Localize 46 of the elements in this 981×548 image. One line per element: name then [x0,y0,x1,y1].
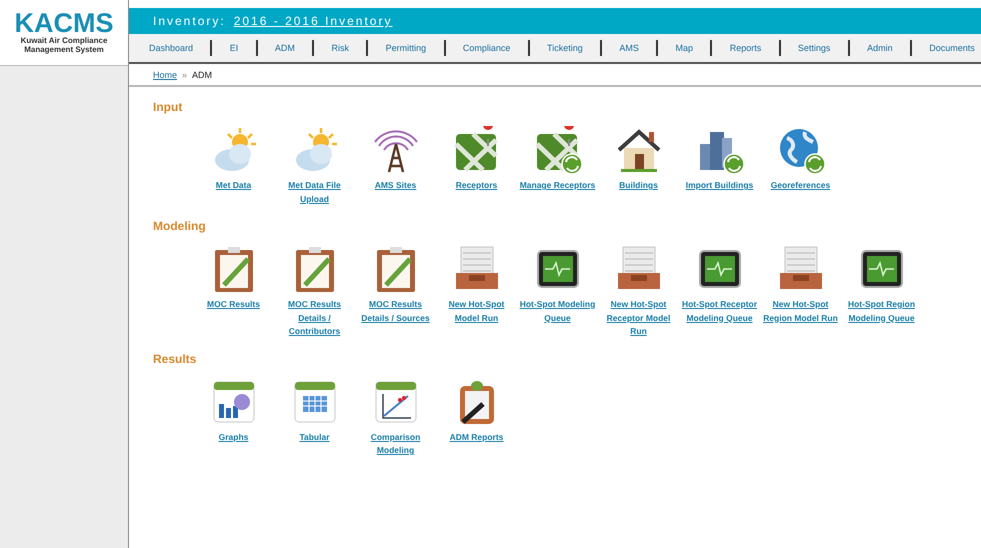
nav-link[interactable]: Documents [929,43,975,53]
tile-link[interactable]: AMS Sites [358,179,434,192]
tile-link[interactable]: MOC Results Details / Contributors [276,298,352,338]
tile-link[interactable]: Hot-Spot Modeling Queue [520,298,596,325]
nav-link[interactable]: ADM [274,43,295,53]
section-heading: Modeling [153,219,207,233]
tile-link[interactable]: Met Data File Upload [276,179,352,206]
section-heading: Input [153,100,184,114]
inventory-link[interactable]: 2016 - 2016 Inventory [234,14,392,28]
breadcrumb-separator: » [182,70,188,80]
tile-link[interactable]: Import Buildings [682,179,758,192]
tile-link[interactable]: Hot-Spot Receptor Modeling Queue [682,298,758,325]
tile-link[interactable]: Comparison Modeling [358,430,434,458]
nav-link[interactable]: Settings [798,43,830,53]
tile-link[interactable]: New Hot-Spot Region Model Run [762,298,838,325]
map-sync-icon[interactable] [534,126,582,174]
tile-link[interactable]: New Hot-Spot Model Run [438,298,514,325]
tile-link[interactable]: Manage Receptors [520,179,596,192]
tile-link[interactable]: ADM Reports [438,430,514,444]
nav-link[interactable]: Reports [730,43,762,53]
logo-subtitle: Kuwait Air Compliance Management System [20,36,108,54]
nav-link[interactable]: EI [230,43,238,53]
nav-link[interactable]: Ticketing [547,43,583,53]
nav-link[interactable]: Permitting [386,43,426,53]
inventory-label: Inventory: [153,14,226,28]
breadcrumb-link[interactable]: Home [153,70,178,80]
tile-link[interactable]: Buildings [600,179,676,192]
nav-link[interactable]: Compliance [462,43,510,53]
nav-link[interactable]: Admin [867,43,893,53]
tile-link[interactable]: Hot-Spot Region Modeling Queue [844,298,920,325]
section-heading: Results [153,352,198,366]
tile-link[interactable]: Graphs [196,430,272,444]
map-pin-icon[interactable] [452,126,500,174]
nav-link[interactable]: Map [676,43,694,53]
nav-link[interactable]: AMS [619,43,639,53]
tile-link[interactable]: MOC Results [196,298,272,312]
nav-link[interactable]: Risk [332,43,350,53]
tile-link[interactable]: Tabular [276,430,352,444]
breadcrumb-current: ADM [192,70,212,80]
nav-link[interactable]: Dashboard [149,43,194,53]
tile-link[interactable]: MOC Results Details / Sources [358,298,434,325]
tile-link[interactable]: Met Data [196,179,272,192]
tile-link[interactable]: Georeferences [762,179,838,192]
tile-link[interactable]: Receptors [438,179,514,192]
logo-title: KACMS [14,10,114,36]
tile-link[interactable]: New Hot-Spot Receptor Model Run [600,298,676,338]
